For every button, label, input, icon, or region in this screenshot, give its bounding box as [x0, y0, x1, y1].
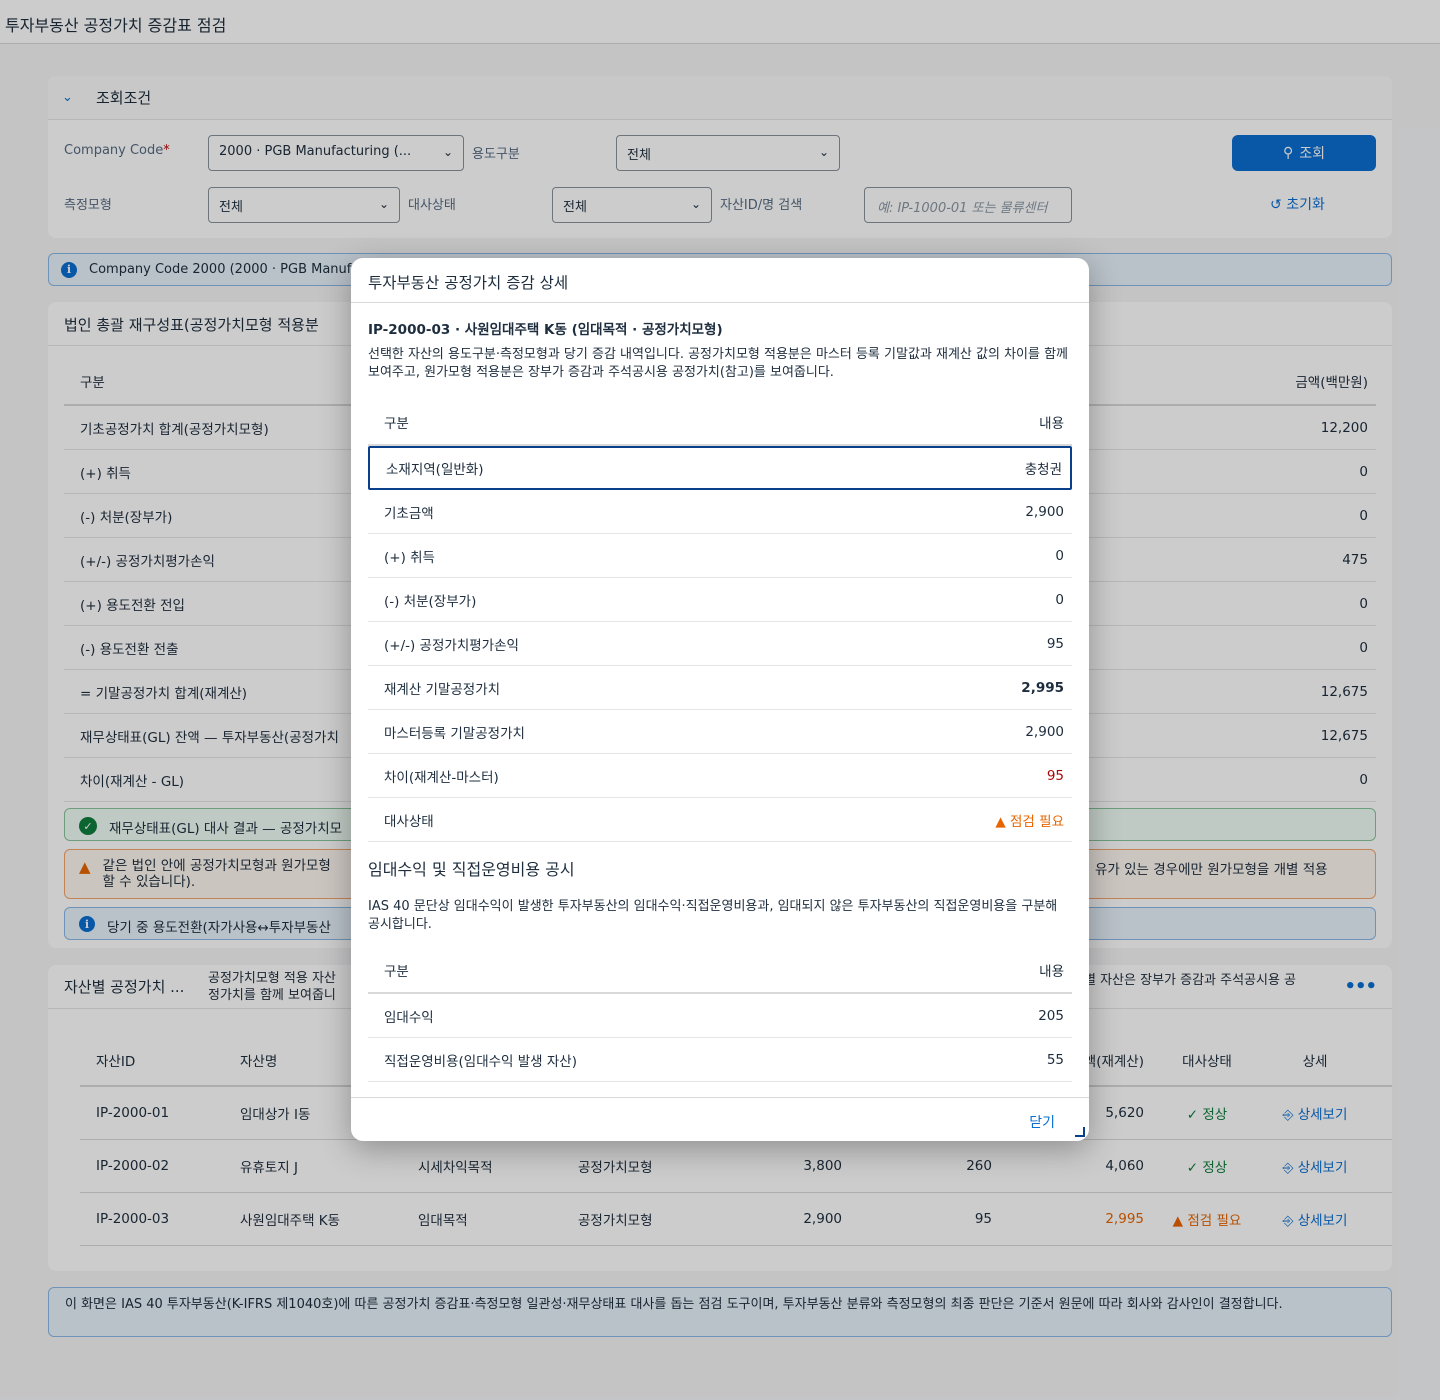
close-button[interactable]: 닫기	[1029, 1112, 1055, 1132]
disclosure-row: 직접운영비용(임대수익 발생 자산) 55	[368, 1038, 1072, 1082]
warning-icon: ▲	[995, 813, 1006, 830]
row-label: 직접운영비용(임대수익 발생 자산)	[384, 1053, 577, 1070]
row-label: (+) 취득	[384, 549, 435, 566]
detail-row: 기초금액 2,900	[368, 490, 1072, 534]
row-label: 기초금액	[384, 505, 434, 522]
column-header: 구분	[384, 964, 409, 980]
row-label: 대사상태	[384, 813, 434, 830]
dialog-footer: 닫기	[351, 1097, 1089, 1141]
detail-row: (-) 처분(장부가) 0	[368, 578, 1072, 622]
row-value: 2,900	[1025, 503, 1064, 520]
column-header: 내용	[1039, 964, 1064, 980]
column-header: 내용	[1039, 416, 1064, 432]
row-label: (-) 처분(장부가)	[384, 593, 477, 610]
row-label: 임대수익	[384, 1009, 434, 1026]
disclosure-description: IAS 40 문단상 임대수익이 발생한 투자부동산의 임대수익·직접운영비용과…	[368, 899, 1058, 932]
row-value: 95	[1046, 635, 1064, 652]
row-label: 차이(재계산-마스터)	[384, 769, 499, 786]
disclosure-title: 임대수익 및 직접운영비용 공시	[368, 860, 575, 879]
resize-handle-icon[interactable]	[1075, 1127, 1085, 1137]
table-header: 구분 내용	[368, 948, 1072, 994]
row-value: 95	[1046, 767, 1064, 784]
row-value: 0	[1055, 547, 1064, 564]
detail-row: (+/-) 공정가치평가손익 95	[368, 622, 1072, 666]
detail-row: 차이(재계산-마스터) 95	[368, 754, 1072, 798]
row-label: 재계산 기말공정가치	[384, 681, 501, 698]
row-label: 마스터등록 기말공정가치	[384, 725, 525, 742]
row-value: 2,900	[1025, 723, 1064, 740]
row-value: 충청권	[1024, 462, 1062, 478]
status-badge: ▲ 점검 필요	[995, 813, 1064, 830]
row-label: 소재지역(일반화)	[386, 462, 484, 478]
detail-row: 재계산 기말공정가치 2,995	[368, 666, 1072, 710]
dialog-subtitle: IP-2000-03 · 사원임대주택 K동 (임대목적 · 공정가치모형)	[368, 322, 723, 338]
detail-row[interactable]: 소재지역(일반화) 충청권	[368, 446, 1072, 490]
detail-dialog: 투자부동산 공정가치 증감 상세 IP-2000-03 · 사원임대주택 K동 …	[351, 258, 1089, 1141]
dialog-title: 투자부동산 공정가치 증감 상세	[351, 258, 1089, 303]
row-label: (+/-) 공정가치평가손익	[384, 637, 519, 654]
column-header: 구분	[384, 416, 409, 432]
row-value: 205	[1038, 1007, 1064, 1024]
row-value: 0	[1055, 591, 1064, 608]
detail-row: (+) 취득 0	[368, 534, 1072, 578]
disclosure-row: 임대수익 205	[368, 994, 1072, 1038]
detail-row: 대사상태 ▲ 점검 필요	[368, 798, 1072, 842]
row-value: 55	[1046, 1051, 1064, 1068]
table-header: 구분 내용	[368, 400, 1072, 446]
row-value: 2,995	[1021, 679, 1064, 696]
detail-row: 마스터등록 기말공정가치 2,900	[368, 710, 1072, 754]
dialog-description: 선택한 자산의 용도구분·측정모형과 당기 증감 내역입니다. 공정가치모형 적…	[368, 347, 1068, 380]
